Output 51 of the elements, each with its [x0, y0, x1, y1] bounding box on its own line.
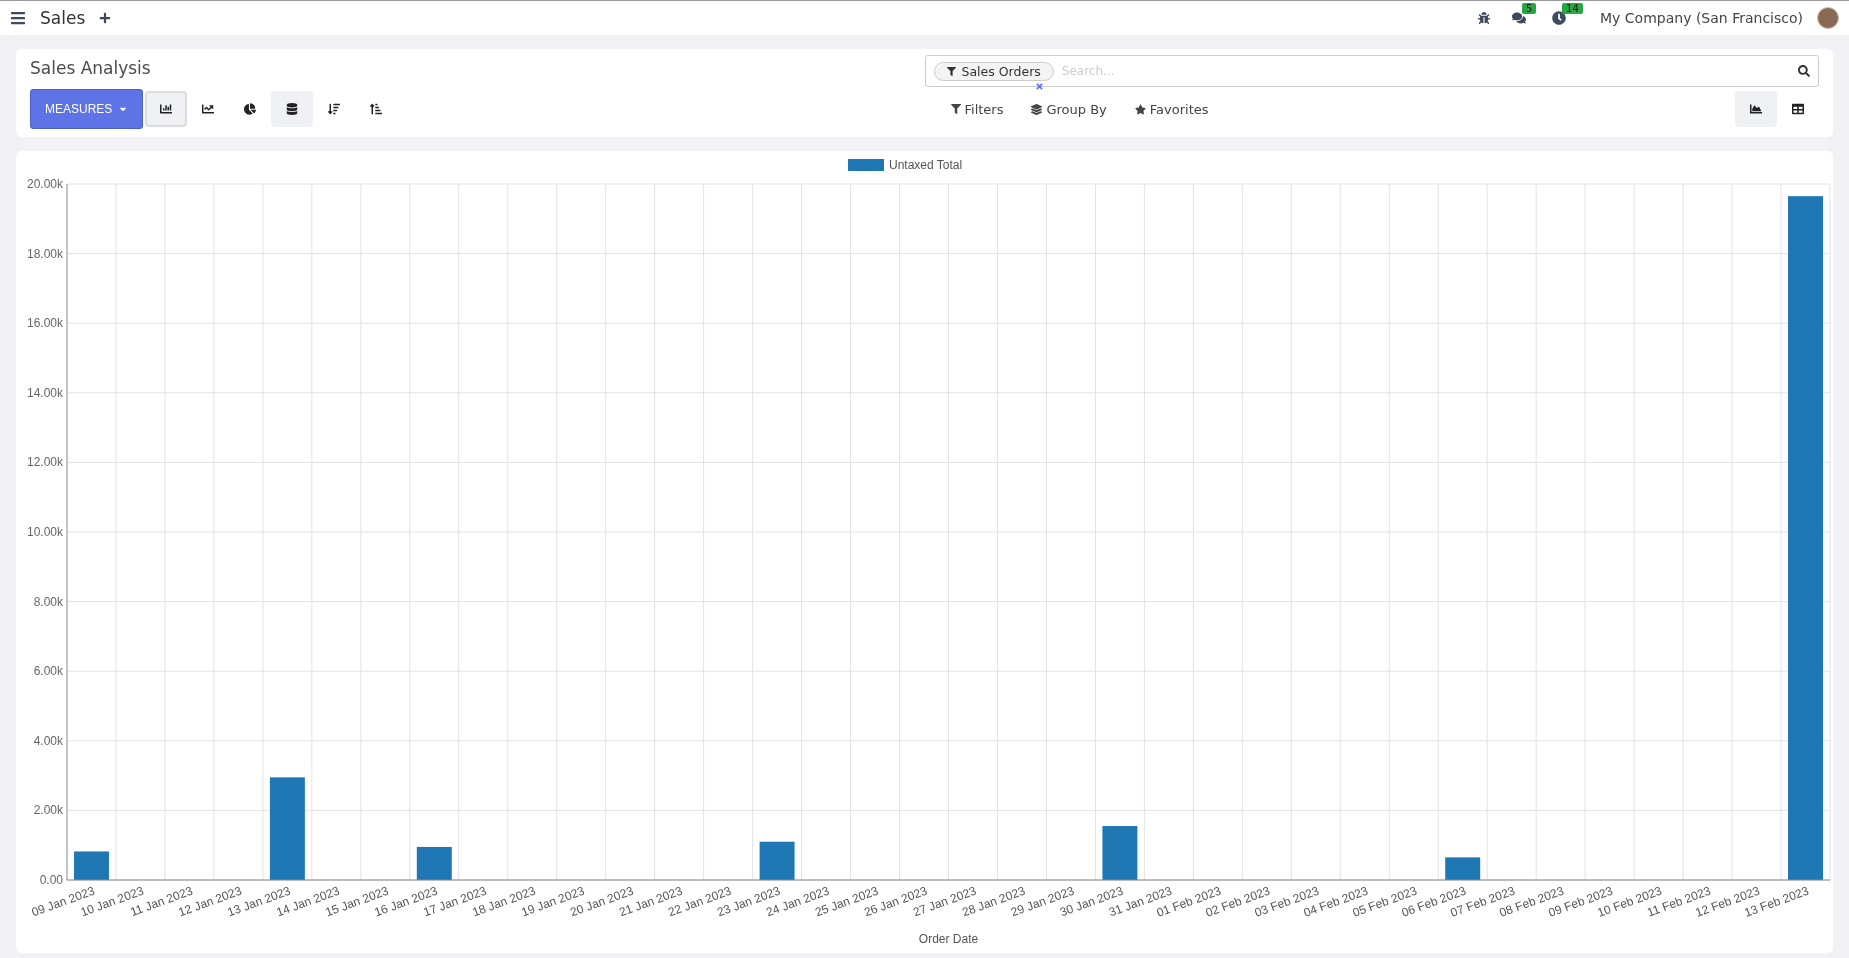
- filter-menu-button[interactable]: Favorites: [1120, 95, 1223, 123]
- table-icon: [1792, 103, 1804, 115]
- filter-menu-button[interactable]: Filters: [936, 95, 1018, 123]
- layers-icon: [1031, 103, 1043, 115]
- x-axis-title: Order Date: [918, 932, 979, 946]
- app-title: Sales: [40, 8, 86, 28]
- bar[interactable]: [1445, 857, 1481, 880]
- y-tick-label: 0.00: [39, 873, 63, 887]
- bug-icon[interactable]: [1478, 12, 1491, 24]
- y-tick-label: 10.00k: [26, 525, 63, 539]
- filter-icon: [946, 66, 956, 76]
- y-tick-label: 14.00k: [26, 385, 63, 400]
- view-switch-button[interactable]: [1735, 91, 1777, 127]
- y-tick-label: 2.00k: [33, 803, 63, 818]
- pie-chart-icon: [244, 103, 257, 115]
- close-icon[interactable]: [1034, 81, 1044, 91]
- filter-icon: [950, 104, 961, 114]
- stack-icon: [286, 103, 299, 115]
- y-tick-label: 6.00k: [33, 664, 63, 679]
- filter-menu-button[interactable]: Group By: [1017, 95, 1121, 123]
- legend-label: Untaxed Total: [889, 158, 963, 172]
- menu-icon[interactable]: [10, 10, 26, 26]
- activity-count: 14: [1562, 3, 1583, 14]
- y-tick-label: 18.00k: [26, 246, 63, 261]
- star-icon: [1134, 103, 1146, 115]
- avatar[interactable]: [1817, 7, 1839, 29]
- search-icon[interactable]: [1798, 65, 1810, 77]
- area-chart-icon: [1750, 103, 1762, 115]
- plus-icon[interactable]: [99, 12, 112, 24]
- measures-button[interactable]: MEASURES: [30, 89, 144, 129]
- y-tick-label: 16.00k: [26, 316, 63, 331]
- chat-icon[interactable]: [1512, 11, 1527, 25]
- bar[interactable]: [759, 841, 795, 880]
- sort-descending-icon: [328, 103, 341, 115]
- page-title: Sales Analysis: [30, 57, 152, 80]
- y-tick-label: 4.00k: [33, 733, 63, 748]
- bar-chart-icon: [160, 103, 173, 115]
- message-count: 5: [1522, 3, 1537, 14]
- filter-facet[interactable]: Sales Orders: [933, 61, 1054, 81]
- bar[interactable]: [269, 777, 305, 880]
- chart-type-button[interactable]: [145, 91, 188, 127]
- company-name[interactable]: My Company (San Francisco): [1600, 10, 1803, 26]
- bar[interactable]: [1102, 826, 1138, 880]
- bar[interactable]: [416, 846, 452, 880]
- y-tick-label: 20.00k: [26, 177, 63, 191]
- stacked-toggle[interactable]: [271, 91, 314, 127]
- clock-icon[interactable]: [1552, 11, 1567, 25]
- sort-ascending-icon: [370, 103, 383, 115]
- line-chart-icon: [202, 103, 215, 115]
- y-tick-label: 12.00k: [26, 455, 63, 470]
- y-tick-label: 8.00k: [33, 594, 63, 609]
